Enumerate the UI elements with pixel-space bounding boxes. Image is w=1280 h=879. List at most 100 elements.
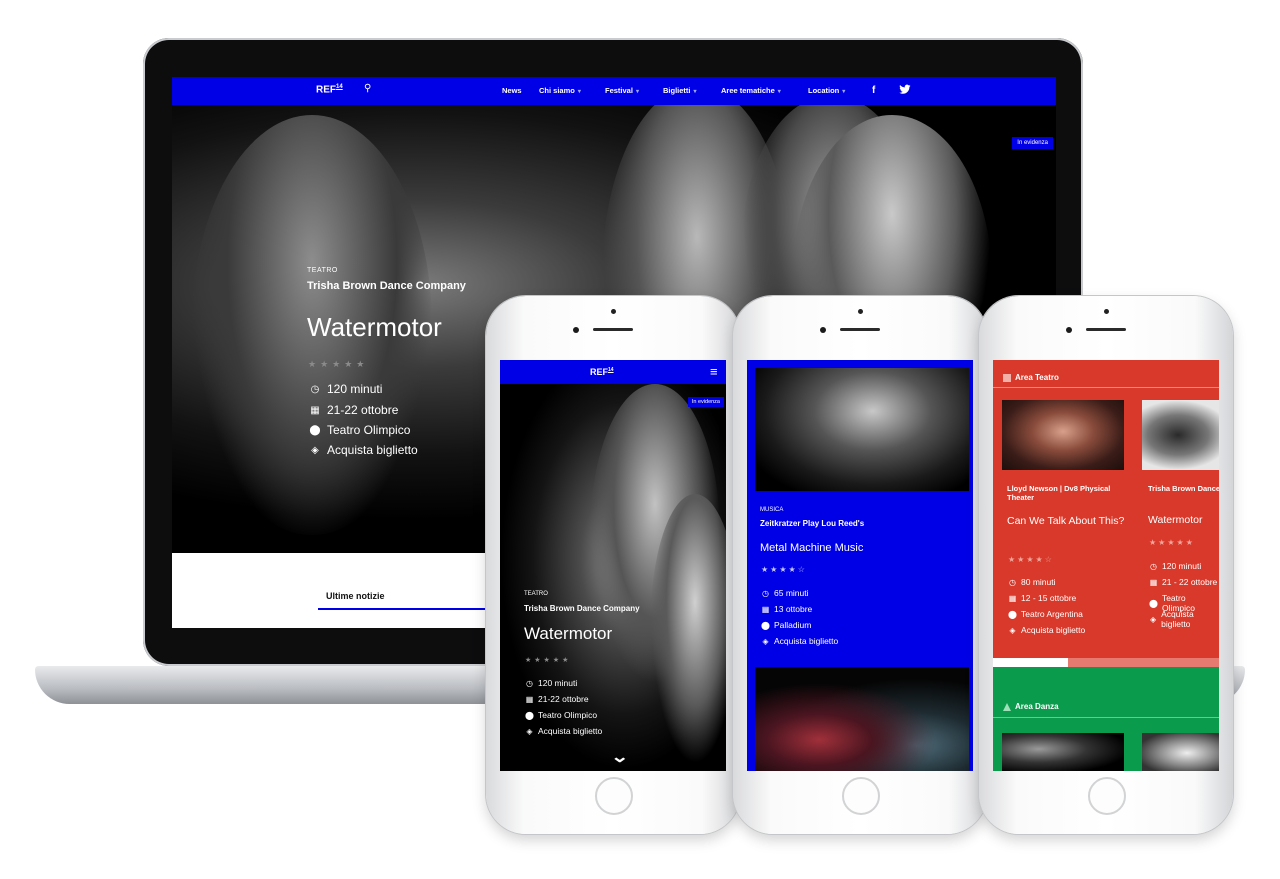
- phone-3: Area Teatro Lloyd Newson | Dv8 Physical …: [979, 296, 1233, 834]
- logo-text: REF: [590, 367, 608, 377]
- event-company: Trisha Brown Dance Company: [307, 280, 466, 292]
- event-image-zeitkratzer[interactable]: [755, 368, 969, 491]
- buy-ticket-link[interactable]: ◈ Acquista biglietto: [525, 726, 602, 736]
- ticket-icon: ◈: [1009, 625, 1016, 635]
- event-duration: ◷ 65 minuti: [761, 588, 809, 598]
- nav-item-location[interactable]: Location ▾: [808, 86, 845, 95]
- search-icon[interactable]: ⚲: [364, 83, 371, 94]
- event-category: MUSICA: [760, 507, 784, 513]
- news-tab-underline: [318, 608, 488, 610]
- nav-item-label: Aree tematiche: [721, 86, 775, 95]
- area-danza-section: Area Danza: [993, 667, 1219, 771]
- site-logo[interactable]: REF14: [316, 84, 343, 95]
- event-title: Watermotor: [524, 624, 613, 643]
- buy-ticket-link[interactable]: ◈ Acquista biglietto: [761, 636, 838, 646]
- event-duration: ◷ 120 minuti: [525, 678, 577, 688]
- event-venue-text: Teatro Argentina: [1021, 609, 1083, 619]
- event-venue-text: Palladium: [774, 620, 812, 630]
- event-venue[interactable]: ⬤ Palladium: [761, 620, 811, 630]
- location-pin-icon: ⬤: [1008, 609, 1017, 619]
- event-image-dv8[interactable]: [1002, 400, 1124, 470]
- chevron-down-icon: ▾: [577, 89, 581, 95]
- hamburger-menu-icon[interactable]: ≡: [710, 364, 718, 379]
- event-rating-stars: ★★★★★: [308, 359, 369, 369]
- top-nav: REF14 ⚲ News Chi siamo ▾ Festival ▾ Biglie…: [172, 77, 1056, 105]
- event-image-trisha-brown[interactable]: [1142, 400, 1219, 470]
- scroll-down-chevron-icon[interactable]: ⌄: [610, 747, 629, 767]
- square-icon: [1003, 373, 1011, 382]
- site-logo[interactable]: REF14: [590, 367, 614, 377]
- event-venue-text: Teatro Olimpico: [327, 423, 411, 437]
- event-rating-stars: ★★★★☆: [1008, 555, 1054, 564]
- event-image-danza-2[interactable]: [1142, 733, 1219, 771]
- calendar-icon: ▦: [1008, 593, 1017, 603]
- event-dates-text: 21-22 ottobre: [538, 694, 589, 704]
- phone-2: MUSICA Zeitkratzer Play Lou Reed's Metal…: [733, 296, 987, 834]
- chevron-down-icon: ▾: [693, 89, 697, 95]
- event-title[interactable]: Can We Talk About This?: [1007, 514, 1125, 529]
- chevron-down-icon: ▾: [842, 89, 846, 95]
- phone-home-button[interactable]: [595, 777, 633, 815]
- phone-1-screen: REF14 ≡ In evidenza TEATRO Trisha Brown …: [500, 360, 726, 771]
- nav-item-aree-tematiche[interactable]: Aree tematiche ▾: [721, 86, 781, 95]
- event-dates: ▦ 21-22 ottobre: [309, 403, 398, 417]
- event-dates-text: 21-22 ottobre: [327, 403, 399, 417]
- nav-item-label: News: [502, 86, 522, 95]
- phone-home-button[interactable]: [1088, 777, 1126, 815]
- event-duration-text: 80 minuti: [1021, 577, 1056, 587]
- twitter-icon[interactable]: [899, 84, 911, 98]
- news-tab-label[interactable]: Ultime notizie: [326, 591, 385, 601]
- event-image-next[interactable]: [755, 667, 969, 771]
- event-title[interactable]: Watermotor: [1148, 514, 1202, 526]
- phone-sensor: [1066, 327, 1072, 333]
- event-venue[interactable]: ⬤ Teatro Argentina: [1008, 609, 1083, 619]
- event-title[interactable]: Metal Machine Music: [760, 542, 863, 554]
- nav-item-chi-siamo[interactable]: Chi siamo ▾: [539, 86, 581, 95]
- chevron-down-icon: ▾: [777, 89, 781, 95]
- carousel-scrollbar[interactable]: [993, 658, 1219, 667]
- nav-item-news[interactable]: News: [502, 86, 522, 95]
- ticket-icon: ◈: [762, 636, 769, 646]
- carousel-scrollbar-thumb[interactable]: [993, 658, 1068, 667]
- event-duration: ◷ 80 minuti: [1008, 577, 1056, 587]
- event-company: Lloyd Newson | Dv8 Physical Theater: [1007, 484, 1111, 502]
- event-dates-text: 13 ottobre: [774, 604, 813, 614]
- featured-badge: In evidenza: [687, 397, 724, 407]
- phone-sensor: [573, 327, 579, 333]
- event-image-danza-1[interactable]: [1002, 733, 1124, 771]
- event-venue[interactable]: ⬤ Teatro Olimpico: [525, 710, 597, 720]
- nav-item-label: Festival: [605, 86, 633, 95]
- event-duration-text: 120 minuti: [327, 382, 383, 396]
- area-danza-header[interactable]: Area Danza: [1003, 702, 1059, 711]
- phone-3-screen: Area Teatro Lloyd Newson | Dv8 Physical …: [993, 360, 1219, 771]
- event-rating-stars: ★★★★★: [525, 657, 572, 664]
- buy-ticket-link[interactable]: ◈ Acquista biglietto: [1008, 625, 1085, 635]
- event-duration-text: 120 minuti: [1162, 561, 1202, 571]
- buy-ticket-text: Acquista biglietto: [1161, 609, 1194, 629]
- clock-icon: ◷: [1150, 561, 1157, 571]
- location-pin-icon: ⬤: [1149, 598, 1158, 608]
- event-company: Zeitkratzer Play Lou Reed's: [760, 519, 865, 528]
- nav-item-biglietti[interactable]: Biglietti ▾: [663, 86, 697, 95]
- location-pin-icon: ⬤: [309, 424, 321, 436]
- phone-speaker: [593, 328, 633, 331]
- area-danza-label: Area Danza: [1015, 702, 1059, 711]
- nav-item-festival[interactable]: Festival ▾: [605, 86, 639, 95]
- location-pin-icon: ⬤: [761, 620, 770, 630]
- calendar-icon: ▦: [761, 604, 770, 614]
- nav-item-label: Biglietti: [663, 86, 691, 95]
- area-teatro-header[interactable]: Area Teatro: [1003, 373, 1059, 382]
- facebook-icon[interactable]: f: [872, 85, 875, 96]
- event-venue[interactable]: ⬤ Teatro Olimpico: [309, 423, 410, 437]
- triangle-icon: [1003, 702, 1011, 711]
- divider: [993, 387, 1219, 388]
- event-category: TEATRO: [524, 591, 548, 597]
- event-dates-text: 12 - 15 ottobre: [1021, 593, 1077, 603]
- area-teatro-label: Area Teatro: [1015, 373, 1059, 382]
- location-pin-icon: ⬤: [525, 710, 534, 720]
- buy-ticket-link[interactable]: ◈ Acquista biglietto: [309, 443, 418, 457]
- phone-home-button[interactable]: [842, 777, 880, 815]
- event-dates: ▦ 21 - 22 ottobre: [1149, 577, 1218, 587]
- event-duration-text: 120 minuti: [538, 678, 578, 688]
- buy-ticket-link[interactable]: ◈ Acquista biglietto: [1149, 609, 1219, 629]
